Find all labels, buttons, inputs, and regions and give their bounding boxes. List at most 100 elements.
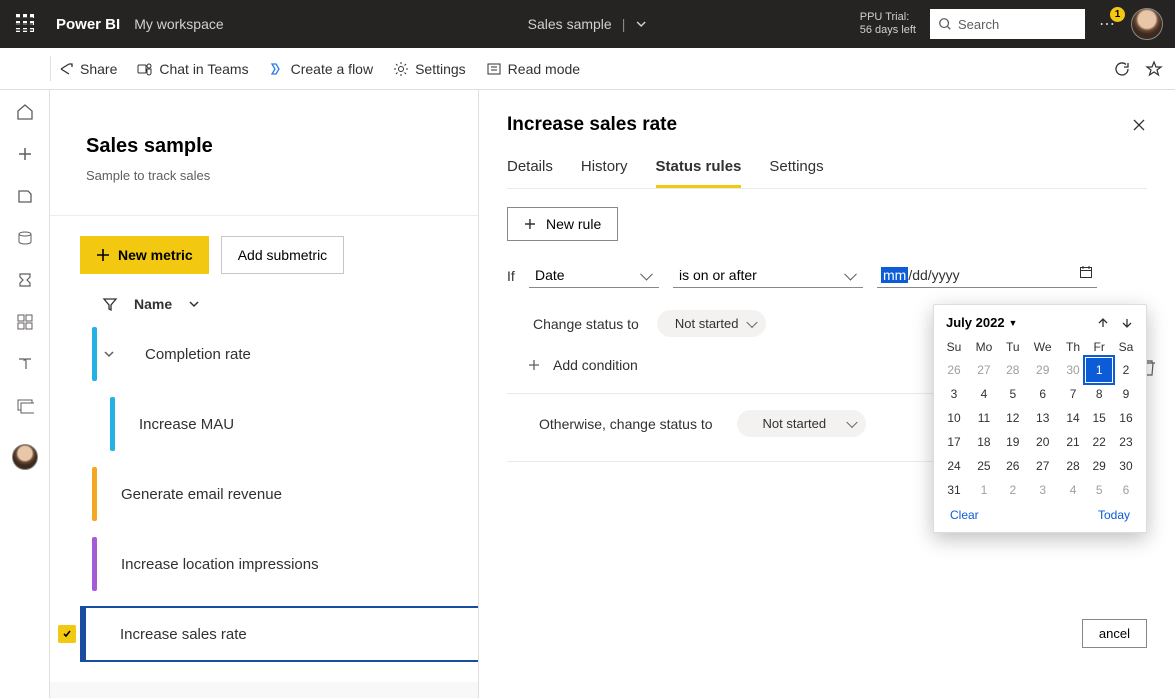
read-mode-button[interactable]: Read mode [486, 61, 580, 77]
calendar-day[interactable]: 3 [940, 382, 968, 406]
status-bar [92, 467, 97, 521]
nav-goals-icon[interactable] [15, 270, 35, 290]
global-topbar: Power BI My workspace Sales sample | PPU… [0, 0, 1175, 48]
calendar-day[interactable]: 5 [1086, 478, 1111, 502]
chevron-down-icon[interactable] [188, 298, 200, 310]
calendar-dow: Th [1060, 336, 1087, 358]
calendar-day[interactable]: 28 [1060, 454, 1087, 478]
tab-details[interactable]: Details [507, 158, 553, 188]
calendar-day[interactable]: 1 [1086, 358, 1111, 382]
status-select[interactable]: Not started [657, 310, 767, 337]
hamburger-icon[interactable] [15, 17, 33, 31]
calendar-day[interactable]: 30 [1112, 454, 1140, 478]
share-button[interactable]: Share [58, 61, 117, 77]
calendar-day[interactable]: 31 [940, 478, 968, 502]
filter-icon[interactable] [102, 296, 118, 312]
calendar-day[interactable]: 8 [1086, 382, 1111, 406]
calendar-day[interactable]: 26 [1000, 454, 1026, 478]
prev-month-icon[interactable] [1096, 316, 1110, 330]
rule-operator-select[interactable]: is on or after [673, 263, 863, 288]
new-rule-button[interactable]: New rule [507, 207, 618, 241]
favorite-icon[interactable] [1145, 60, 1163, 78]
calendar-day[interactable]: 3 [1026, 478, 1060, 502]
calendar-day[interactable]: 28 [1000, 358, 1026, 382]
chevron-down-icon [635, 18, 647, 30]
calendar-day[interactable]: 7 [1060, 382, 1087, 406]
calendar-day[interactable]: 5 [1000, 382, 1026, 406]
calendar-day[interactable]: 16 [1112, 406, 1140, 430]
calendar-day[interactable]: 14 [1060, 406, 1087, 430]
nav-create-icon[interactable] [15, 144, 35, 164]
tab-history[interactable]: History [581, 158, 628, 188]
calendar-day[interactable]: 23 [1112, 430, 1140, 454]
calendar-clear-button[interactable]: Clear [950, 508, 979, 522]
nav-browse-icon[interactable] [15, 186, 35, 206]
status-bar [92, 327, 97, 381]
rule-date-input[interactable]: mm/dd/yyyy [877, 263, 1097, 288]
calendar-day[interactable]: 4 [1060, 478, 1087, 502]
nav-home-icon[interactable] [15, 102, 35, 122]
page-subtitle: Sample to track sales [86, 168, 213, 183]
calendar-day[interactable]: 11 [968, 406, 1000, 430]
calendar-day[interactable]: 18 [968, 430, 1000, 454]
calendar-day[interactable]: 10 [940, 406, 968, 430]
create-flow-button[interactable]: Create a flow [269, 61, 373, 77]
workspace-avatar[interactable] [12, 444, 38, 470]
nav-apps-icon[interactable] [15, 312, 35, 332]
calendar-month[interactable]: July 2022 [946, 315, 1005, 330]
add-condition-button[interactable]: Add condition [553, 357, 638, 373]
calendar-day[interactable]: 24 [940, 454, 968, 478]
chat-teams-button[interactable]: Chat in Teams [137, 61, 248, 77]
search-input[interactable]: Search [930, 9, 1085, 39]
nav-workspaces-icon[interactable] [15, 396, 35, 416]
calendar-day[interactable]: 21 [1060, 430, 1087, 454]
calendar-day[interactable]: 6 [1112, 478, 1140, 502]
calendar-day[interactable]: 26 [940, 358, 968, 382]
calendar-day[interactable]: 22 [1086, 430, 1111, 454]
calendar-day[interactable]: 29 [1086, 454, 1111, 478]
next-month-icon[interactable] [1120, 316, 1134, 330]
calendar-day[interactable]: 12 [1000, 406, 1026, 430]
calendar-day[interactable]: 9 [1112, 382, 1140, 406]
flow-icon [269, 61, 285, 77]
page-switcher[interactable]: Sales sample | [528, 16, 648, 32]
tab-settings[interactable]: Settings [769, 158, 823, 188]
close-icon [1131, 117, 1147, 133]
settings-button[interactable]: Settings [393, 61, 466, 77]
new-metric-button[interactable]: New metric [80, 236, 209, 274]
tab-status-rules[interactable]: Status rules [656, 158, 742, 188]
calendar-day[interactable]: 2 [1000, 478, 1026, 502]
notifications-button[interactable]: ⋯ 1 [1099, 14, 1117, 34]
calendar-day[interactable]: 15 [1086, 406, 1111, 430]
calendar-day[interactable]: 27 [1026, 454, 1060, 478]
close-button[interactable] [1131, 117, 1147, 133]
calendar-day[interactable]: 19 [1000, 430, 1026, 454]
calendar-day[interactable]: 29 [1026, 358, 1060, 382]
name-header[interactable]: Name [134, 296, 172, 312]
avatar[interactable] [1131, 8, 1163, 40]
otherwise-status-select[interactable]: Not started [737, 410, 867, 437]
calendar-day[interactable]: 1 [968, 478, 1000, 502]
calendar-day[interactable]: 27 [968, 358, 1000, 382]
calendar-day[interactable]: 17 [940, 430, 968, 454]
cancel-button[interactable]: ancel [1082, 619, 1147, 648]
calendar-day[interactable]: 2 [1112, 358, 1140, 382]
nav-learn-icon[interactable] [15, 354, 35, 374]
calendar-day[interactable]: 20 [1026, 430, 1060, 454]
new-rule-label: New rule [546, 216, 601, 232]
chevron-down-icon[interactable] [103, 348, 115, 360]
workspace-label[interactable]: My workspace [134, 16, 223, 32]
checkbox-icon[interactable] [58, 625, 76, 643]
rule-field-select[interactable]: Date [529, 263, 659, 288]
calendar-day[interactable]: 30 [1060, 358, 1087, 382]
add-submetric-button[interactable]: Add submetric [221, 236, 344, 274]
calendar-icon[interactable] [1079, 265, 1093, 279]
calendar-day[interactable]: 25 [968, 454, 1000, 478]
nav-data-icon[interactable] [15, 228, 35, 248]
refresh-icon[interactable] [1113, 60, 1131, 78]
calendar-day[interactable]: 6 [1026, 382, 1060, 406]
calendar-day[interactable]: 4 [968, 382, 1000, 406]
calendar-day[interactable]: 13 [1026, 406, 1060, 430]
calendar-today-button[interactable]: Today [1098, 508, 1130, 522]
read-mode-icon [486, 61, 502, 77]
